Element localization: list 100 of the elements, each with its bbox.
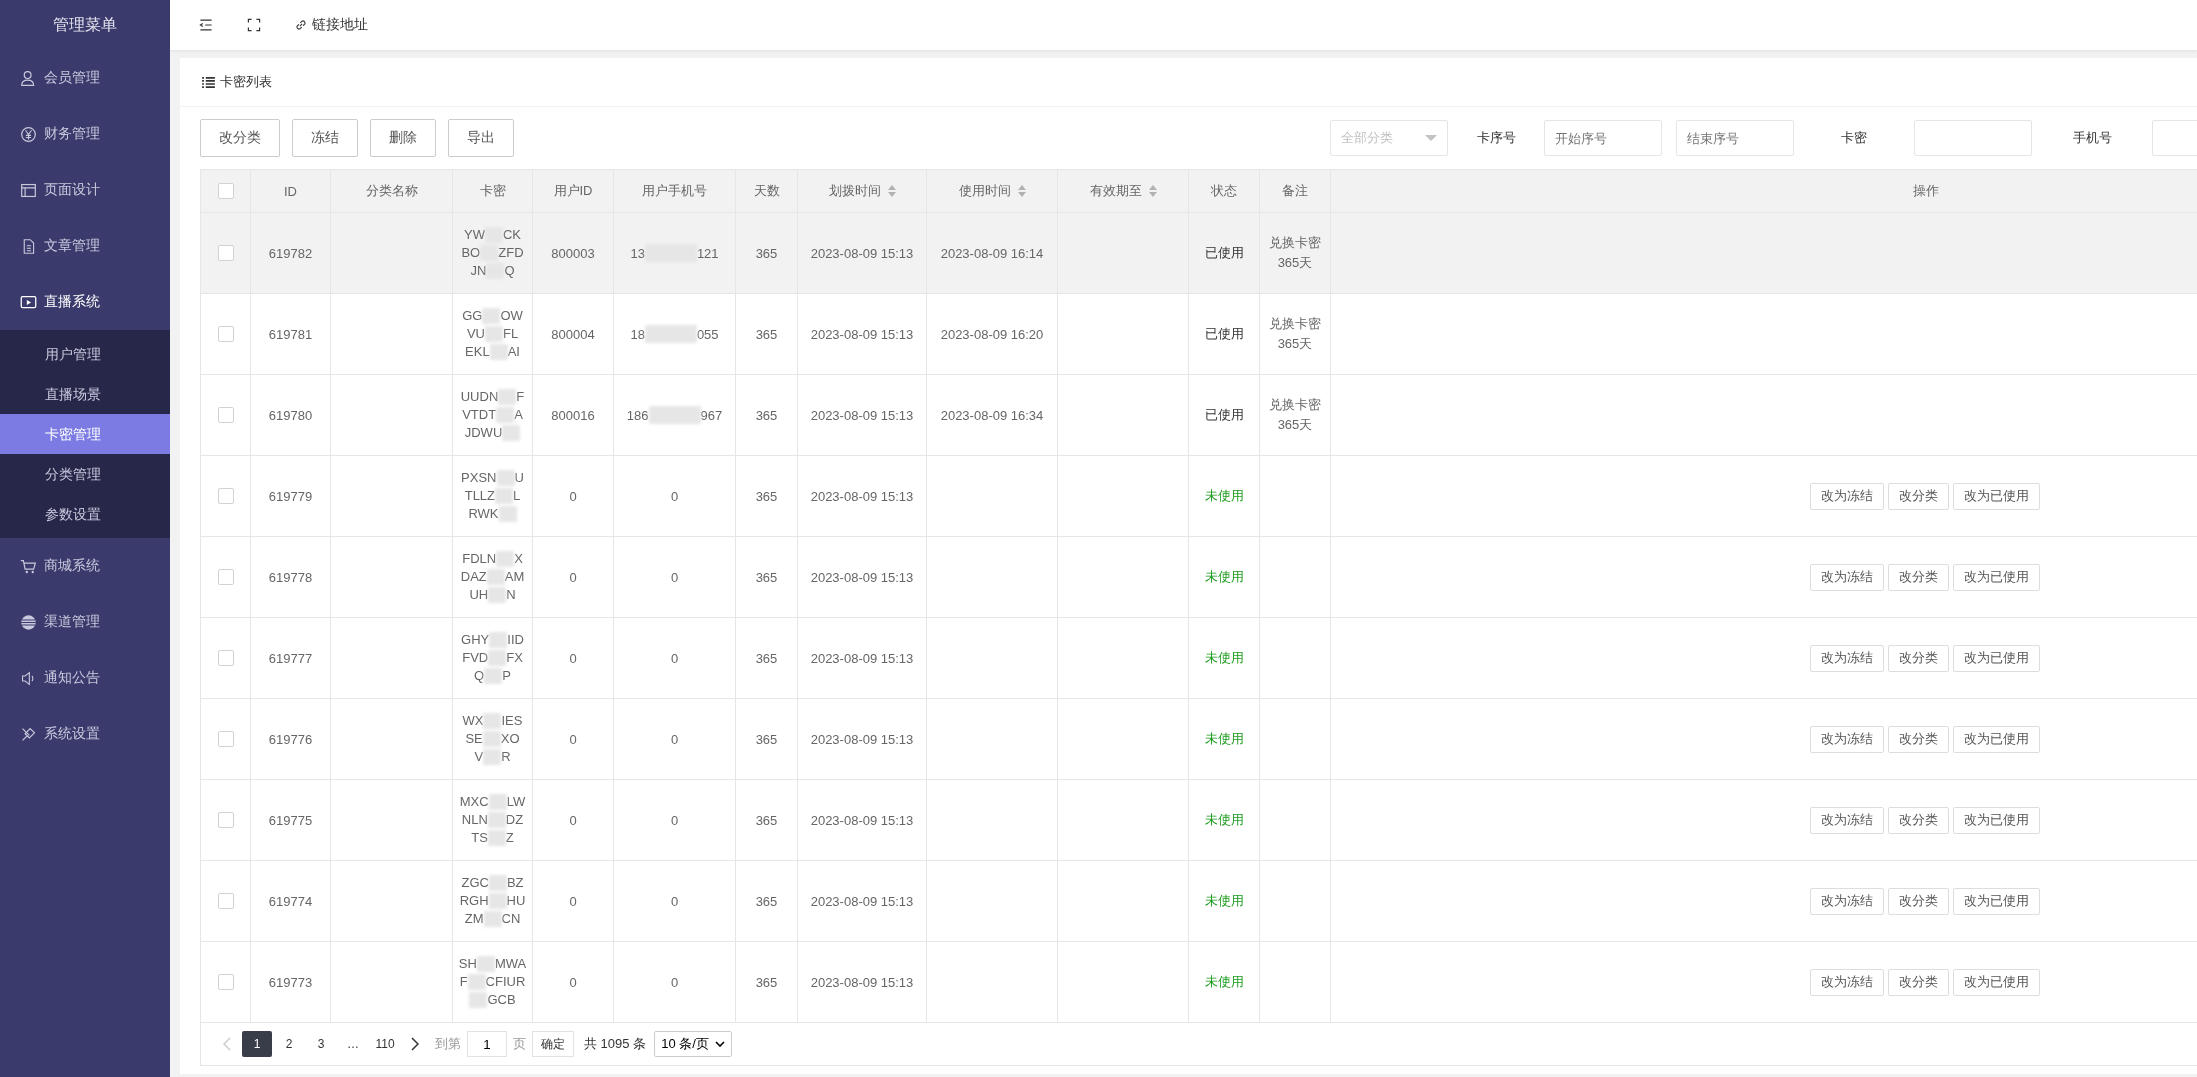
table-cell: 619779 (250, 455, 331, 537)
column-header: 用户ID (553, 182, 593, 200)
sort-icon[interactable] (1017, 185, 1026, 197)
page-button[interactable]: 110 (370, 1031, 400, 1057)
action-button[interactable]: 导出 (448, 119, 514, 157)
row-action-button[interactable]: 改分类 (1888, 887, 1949, 915)
column-header: 分类名称 (365, 182, 418, 200)
row-action-button[interactable]: 改为已使用 (1953, 725, 2040, 753)
status-text: 未使用 (1204, 731, 1244, 746)
row-action-button[interactable]: 改为已使用 (1953, 563, 2040, 591)
row-action-button[interactable]: 改为冻结 (1810, 968, 1884, 996)
card-code-fragment: MWA (494, 955, 527, 973)
checkbox[interactable] (217, 650, 234, 667)
row-action-button[interactable]: 改分类 (1888, 563, 1949, 591)
input-field[interactable]: 结束序号 (1676, 120, 1794, 156)
row-action-button[interactable]: 改分类 (1888, 968, 1949, 996)
phone-number-fragment: 0 (670, 569, 679, 585)
page-button[interactable]: 1 (242, 1031, 272, 1057)
row-action-button[interactable]: 改为冻结 (1810, 806, 1884, 834)
submenu-item[interactable]: 用户管理 (0, 334, 170, 374)
sidebar-item[interactable]: 文章管理 (0, 218, 170, 274)
filter-label: 卡序号 (1475, 129, 1517, 147)
row-action-button[interactable]: 改为已使用 (1953, 482, 2040, 510)
fullscreen-icon[interactable] (246, 17, 262, 33)
submenu-item[interactable]: 参数设置 (0, 494, 170, 534)
card-code-fragment: Z (505, 829, 514, 847)
checkbox[interactable] (217, 326, 234, 343)
checkbox[interactable] (217, 893, 234, 910)
table-cell: 619774 (250, 860, 331, 942)
card-code-fragment: UH (469, 586, 489, 604)
checkbox[interactable] (217, 183, 234, 200)
filter-label: 卡密 (1840, 129, 1868, 147)
table-cell: 2023-08-09 16:34 (926, 374, 1058, 456)
confirm-button[interactable]: 确定 (532, 1031, 574, 1057)
checkbox[interactable] (217, 407, 234, 424)
input-field[interactable]: 开始序号 (1544, 120, 1662, 156)
redaction-blur (482, 731, 501, 747)
row-action-button[interactable]: 改分类 (1888, 482, 1949, 510)
row-action-button[interactable]: 改为冻结 (1810, 887, 1884, 915)
row-action-button[interactable]: 改为已使用 (1953, 806, 2040, 834)
submenu-item[interactable]: 分类管理 (0, 454, 170, 494)
checkbox[interactable] (217, 569, 234, 586)
row-action-button[interactable]: 改分类 (1888, 725, 1949, 753)
status-text: 已使用 (1204, 407, 1244, 422)
table-cell: 2023-08-09 15:13 (797, 698, 927, 780)
action-button[interactable]: 冻结 (292, 119, 358, 157)
sidebar-item[interactable]: 财务管理 (0, 106, 170, 162)
table-cell: 2023-08-09 15:13 (797, 779, 927, 861)
table-cell: 2023-08-09 16:14 (926, 212, 1058, 294)
action-button[interactable]: 删除 (370, 119, 436, 157)
sidebar-item[interactable]: 系统设置 (0, 706, 170, 762)
submenu-item[interactable]: 卡密管理 (0, 414, 170, 454)
sort-icon[interactable] (887, 185, 896, 197)
sidebar-item[interactable]: 渠道管理 (0, 594, 170, 650)
card-code-fragment: RGH (459, 892, 489, 910)
card-code-fragment: MXC (459, 793, 489, 811)
checkbox[interactable] (217, 731, 234, 748)
submenu-item[interactable]: 直播场景 (0, 374, 170, 414)
card-code-fragment: JN (470, 262, 487, 280)
table-cell: 2023-08-09 15:13 (797, 212, 927, 294)
page-input[interactable]: 1 (467, 1031, 507, 1057)
checkbox[interactable] (217, 974, 234, 991)
input-field[interactable] (1914, 120, 2032, 156)
row-action-button[interactable]: 改为冻结 (1810, 725, 1884, 753)
action-button[interactable]: 改分类 (200, 119, 280, 157)
page-button[interactable]: 3 (306, 1031, 336, 1057)
checkbox[interactable] (217, 812, 234, 829)
row-action-button[interactable]: 改为已使用 (1953, 968, 2040, 996)
page-size-select[interactable]: 10 条/页 (654, 1031, 732, 1057)
phone-number-fragment: 0 (670, 812, 679, 828)
row-action-button[interactable]: 改为冻结 (1810, 482, 1884, 510)
table-cell: 0 (532, 698, 614, 780)
sidebar-item[interactable]: 直播系统 (0, 274, 170, 330)
row-action-button[interactable]: 改为冻结 (1810, 563, 1884, 591)
checkbox[interactable] (217, 488, 234, 505)
sidebar-item[interactable]: 通知公告 (0, 650, 170, 706)
menu-collapse-icon[interactable] (198, 17, 214, 33)
card-code-fragment: N (506, 586, 516, 604)
checkbox[interactable] (217, 245, 234, 262)
sidebar-item[interactable]: 商城系统 (0, 538, 170, 594)
row-action-button[interactable]: 改分类 (1888, 644, 1949, 672)
sidebar-item[interactable]: 会员管理 (0, 50, 170, 106)
sidebar-item[interactable]: 页面设计 (0, 162, 170, 218)
card-code-fragment: GCB (487, 991, 516, 1009)
redaction-blur (483, 713, 502, 729)
table-cell: 619777 (250, 617, 331, 699)
table-cell: 0 (532, 860, 614, 942)
row-action-button[interactable]: 改为冻结 (1810, 644, 1884, 672)
page-button[interactable]: … (338, 1031, 368, 1057)
row-action-button[interactable]: 改为已使用 (1953, 644, 2040, 672)
page-button[interactable]: 2 (274, 1031, 304, 1057)
redaction-blur (488, 587, 507, 603)
sort-icon[interactable] (1148, 185, 1157, 197)
card-code-fragment: BZ (506, 874, 524, 892)
table-cell: 0 (532, 617, 614, 699)
link-address-link[interactable]: 链接地址 (294, 16, 368, 34)
row-action-button[interactable]: 改为已使用 (1953, 887, 2040, 915)
card-code-fragment: F (516, 388, 525, 406)
column-header: 天数 (753, 182, 780, 200)
row-action-button[interactable]: 改分类 (1888, 806, 1949, 834)
